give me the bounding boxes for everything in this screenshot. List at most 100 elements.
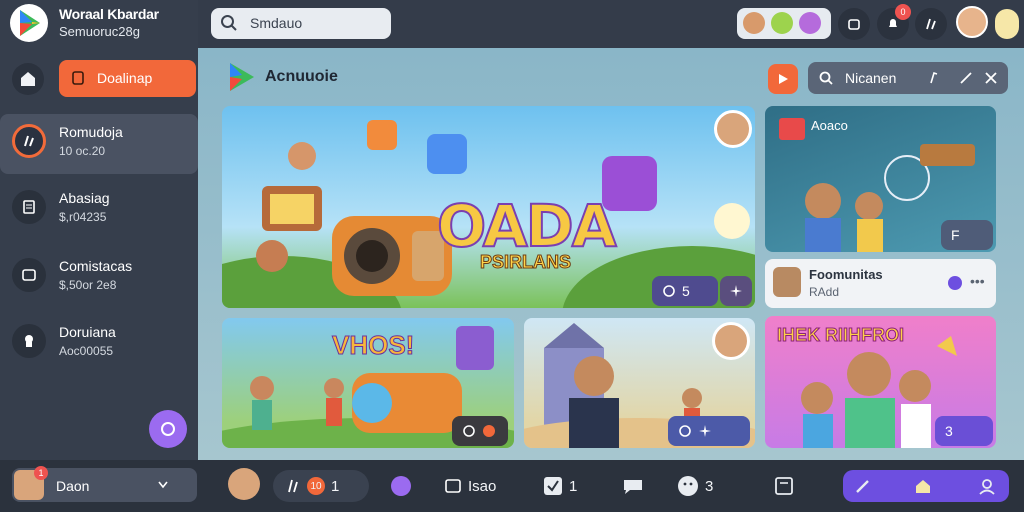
close-icon[interactable]: [984, 71, 998, 85]
primary-action-label: Doalinap: [97, 70, 153, 86]
side-card-pill-label: F: [951, 227, 960, 243]
sparkle-icon: [699, 425, 711, 437]
music-note-icon: [12, 124, 46, 158]
story-card[interactable]: [524, 318, 755, 448]
status-icon: [948, 276, 962, 290]
document-icon: [12, 190, 46, 224]
story-card-pill[interactable]: [668, 416, 750, 446]
chef-icon: [12, 324, 46, 358]
actions-pill[interactable]: [843, 470, 1009, 502]
family-card[interactable]: IHEK RIIHFROI 3: [765, 316, 996, 448]
hero-media-pill[interactable]: 5: [652, 276, 718, 306]
search-icon: [819, 71, 833, 85]
avatar: [771, 12, 793, 34]
edit-icon[interactable]: [958, 70, 974, 86]
sidebar-item-abasiag[interactable]: Abasiag $,r04235: [0, 180, 198, 240]
emoji-button[interactable]: [995, 9, 1019, 39]
primary-action-button[interactable]: Doalinap: [59, 60, 196, 97]
sidebar-item-doruiana[interactable]: Doruiana Aoc00055: [0, 314, 198, 374]
avatar[interactable]: [228, 468, 260, 500]
record-button[interactable]: [768, 64, 798, 94]
more-icon[interactable]: •••: [970, 273, 985, 289]
emoji-reactions-button[interactable]: 3: [677, 470, 713, 502]
app-title: Woraal Kbardar: [59, 6, 159, 22]
notification-badge: 0: [895, 4, 911, 20]
chat-button[interactable]: [390, 470, 412, 502]
message-icon: [624, 480, 642, 494]
gallery-icon: [445, 479, 461, 493]
avatar: [743, 12, 765, 34]
info-card-sub: RAdd: [809, 285, 840, 299]
sidebar-item-sub: $,50or 2e8: [59, 278, 117, 292]
activity-count: 1: [331, 477, 340, 495]
family-card-pill-label: 3: [945, 423, 953, 439]
circle-icon: [679, 425, 691, 437]
play-icon: [779, 74, 788, 84]
avatar: [799, 12, 821, 34]
video-card-pill[interactable]: [452, 416, 508, 446]
section-logo-icon: [230, 63, 254, 91]
circle-icon: [663, 285, 675, 297]
tasks-button[interactable]: 1: [543, 470, 577, 502]
sidebar-item-sub: 10 oc.20: [59, 144, 106, 158]
side-card-pill[interactable]: F: [941, 220, 993, 250]
music-icon[interactable]: [915, 8, 947, 40]
doc-icon: [72, 71, 84, 85]
sidebar-item-comistacas[interactable]: Comistacas $,50or 2e8: [0, 248, 198, 308]
message-button[interactable]: [622, 470, 644, 502]
home-icon[interactable]: [913, 476, 933, 496]
layout-button[interactable]: [774, 470, 794, 502]
app-logo[interactable]: [10, 4, 48, 42]
hero-share-button[interactable]: [720, 276, 752, 306]
side-card[interactable]: Aoaco F: [765, 106, 996, 252]
edit-icon[interactable]: [853, 476, 873, 496]
image-icon: [12, 258, 46, 292]
layout-icon: [775, 477, 793, 495]
family-card-pill[interactable]: 3: [935, 416, 993, 446]
chat-icon: [391, 476, 411, 496]
user-selector[interactable]: 1 Daon: [12, 466, 197, 502]
music-icon: [288, 479, 298, 493]
info-card[interactable]: Foomunitas RAdd •••: [765, 259, 996, 308]
sidebar-item-label: Comistacas: [59, 258, 133, 274]
sidebar-item-label: Doruiana: [59, 324, 116, 340]
gallery-icon[interactable]: [838, 8, 870, 40]
video-card[interactable]: VHOS!: [222, 318, 514, 448]
profile-avatar[interactable]: [956, 6, 988, 38]
app-subtitle: Semuoruc28g: [59, 24, 140, 39]
sidebar-item-label: Abasiag: [59, 190, 110, 206]
search-text: Smdauo: [250, 15, 303, 31]
refresh-icon: [161, 422, 175, 436]
user-name: Daon: [56, 478, 90, 494]
family-card-title: IHEK RIIHFROI: [776, 325, 905, 345]
online-users-pill[interactable]: [737, 8, 831, 39]
user-badge: 1: [34, 466, 48, 480]
chevron-down-icon: [158, 481, 168, 489]
notifications-icon[interactable]: 0: [877, 4, 911, 40]
sidebar-item-sub: $,r04235: [59, 210, 107, 224]
music-icon[interactable]: [926, 70, 942, 86]
tasks-count: 1: [569, 477, 578, 495]
hero-subtitle: PSIRLANS: [479, 252, 572, 273]
activity-button[interactable]: 10 1: [273, 470, 369, 502]
sidebar-item-sub: Aoc00055: [59, 344, 114, 358]
creator-avatar[interactable]: [712, 322, 750, 360]
gallery-button[interactable]: Isao: [444, 470, 496, 502]
emoji-icon: [678, 476, 698, 496]
gallery-label: Isao: [468, 477, 497, 495]
avatar: [773, 267, 801, 297]
floating-action-button[interactable]: [149, 410, 187, 448]
profile-icon[interactable]: [977, 476, 997, 496]
info-card-title: Foomunitas: [809, 267, 883, 282]
hero-card[interactable]: OADA PSIRLANS 5: [222, 106, 755, 308]
sidebar-item-romudoja[interactable]: Romudoja 10 oc.20: [0, 114, 198, 174]
check-icon: [544, 477, 562, 495]
home-icon[interactable]: [12, 63, 44, 95]
circle-icon: [463, 425, 475, 437]
filter-bar[interactable]: Nicanen: [808, 62, 1008, 94]
video-card-title: VHOS!: [331, 330, 415, 361]
creator-avatar[interactable]: [714, 110, 752, 148]
sparkle-icon: [730, 285, 742, 297]
filter-text: Nicanen: [845, 70, 897, 86]
search-input[interactable]: Smdauo: [211, 8, 391, 39]
